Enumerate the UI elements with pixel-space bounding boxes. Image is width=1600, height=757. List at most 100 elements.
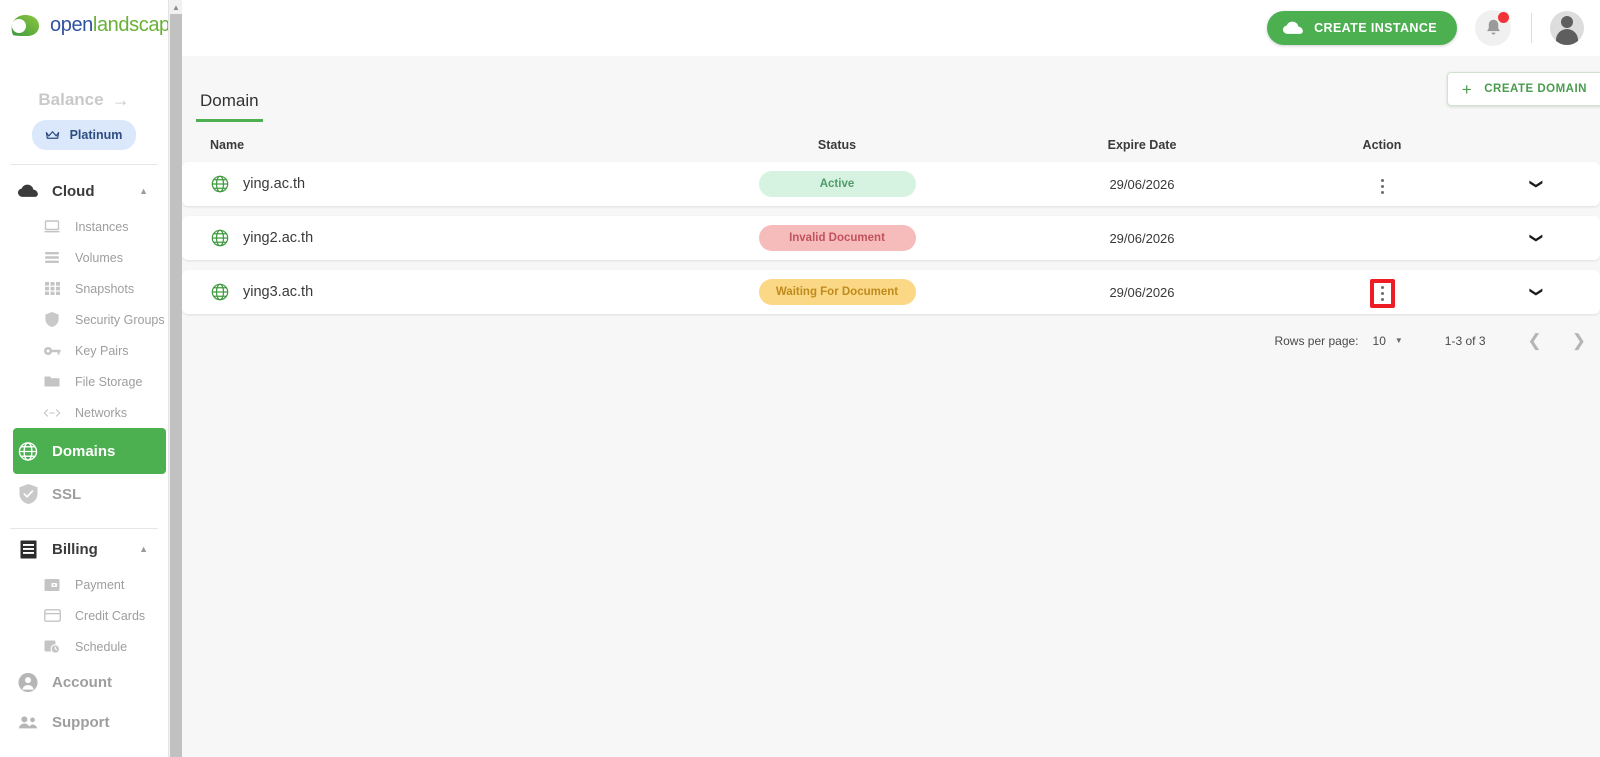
table-row[interactable]: ying.ac.th Active 29/06/2026 ❯ xyxy=(182,162,1600,206)
shield-icon xyxy=(42,310,62,330)
globe-icon xyxy=(210,228,230,248)
rows-per-page-value: 10 xyxy=(1372,333,1386,348)
chevron-up-icon: ▲ xyxy=(139,186,148,196)
cell-action xyxy=(1292,276,1472,308)
avatar[interactable] xyxy=(1550,11,1584,45)
sidebar-item-snapshots-label: Snapshots xyxy=(75,281,135,296)
sidebar-item-security-groups[interactable]: Security Groups xyxy=(0,304,168,335)
sidebar-item-instances[interactable]: Instances xyxy=(0,211,168,242)
table-header-row: Name Status Expire Date Action xyxy=(182,128,1600,162)
sidebar-item-schedule-label: Schedule xyxy=(75,639,128,654)
cloud-icon xyxy=(1283,18,1303,38)
app-window: openlandscape Balance → Platinum xyxy=(0,0,1600,757)
domain-name: ying2.ac.th xyxy=(243,230,314,246)
logo-text-open: open xyxy=(50,14,93,36)
column-header-action: Action xyxy=(1362,138,1402,152)
sidebar-item-support[interactable]: Support xyxy=(0,702,168,742)
kebab-dot xyxy=(1380,292,1384,295)
people-icon xyxy=(18,712,38,732)
sidebar-item-ssl[interactable]: SSL xyxy=(0,474,168,514)
next-page-button[interactable]: ❯ xyxy=(1572,332,1586,349)
page-scrollbar[interactable]: ▲ xyxy=(168,0,182,757)
sidebar-group-billing-label: Billing xyxy=(52,540,98,558)
calendar-clock-icon xyxy=(42,637,62,657)
status-badge: Invalid Document xyxy=(758,225,916,251)
scrollbar-thumb[interactable] xyxy=(170,14,182,757)
topbar: CREATE INSTANCE xyxy=(182,0,1600,56)
sidebar-item-key-pairs[interactable]: Key Pairs xyxy=(0,335,168,366)
sidebar-item-ssl-label: SSL xyxy=(52,485,82,503)
sidebar-group-billing[interactable]: Billing ▲ xyxy=(0,529,168,569)
pagination-range: 1-3 of 3 xyxy=(1444,333,1486,348)
sidebar-item-account[interactable]: Account xyxy=(0,662,168,702)
sidebar-item-payment[interactable]: Payment xyxy=(0,569,168,600)
cell-name: ying2.ac.th xyxy=(182,228,682,248)
prev-page-button[interactable]: ❮ xyxy=(1528,332,1542,349)
notifications-button[interactable] xyxy=(1475,10,1511,46)
sidebar-item-file-storage-label: File Storage xyxy=(75,374,143,389)
cell-status: Invalid Document xyxy=(682,225,992,251)
kebab-dot xyxy=(1380,286,1384,289)
plan-badge[interactable]: Platinum xyxy=(31,120,137,150)
sidebar-item-networks[interactable]: Networks xyxy=(0,397,168,428)
arrow-right-icon: → xyxy=(111,90,130,110)
row-action-menu-button[interactable] xyxy=(1373,173,1392,200)
column-header-expire-date: Expire Date xyxy=(1107,138,1177,152)
sidebar-divider xyxy=(10,164,158,165)
monitor-icon xyxy=(42,217,62,237)
cloud-icon xyxy=(18,181,38,201)
kebab-dot xyxy=(1380,184,1384,188)
wallet-icon xyxy=(42,575,62,595)
sidebar-item-snapshots[interactable]: Snapshots xyxy=(0,273,168,304)
create-instance-button[interactable]: CREATE INSTANCE xyxy=(1267,11,1457,45)
cell-status: Active xyxy=(682,171,992,197)
chevron-up-icon: ▲ xyxy=(139,544,148,554)
sidebar-item-volumes-label: Volumes xyxy=(75,250,123,265)
rows-per-page-label: Rows per page: xyxy=(1274,333,1359,348)
rows-per-page-select[interactable]: 10 ▼ xyxy=(1373,334,1403,348)
sidebar-item-file-storage[interactable]: File Storage xyxy=(0,366,168,397)
kebab-dot xyxy=(1380,298,1384,301)
sidebar-group-cloud[interactable]: Cloud ▲ xyxy=(0,171,168,211)
cell-expire-date: 29/06/2026 xyxy=(1109,230,1175,246)
key-icon xyxy=(42,341,62,361)
sidebar: openlandscape Balance → Platinum xyxy=(0,0,168,757)
tab-domain-label: Domain xyxy=(200,91,259,110)
status-badge: Waiting For Document xyxy=(758,279,916,305)
pagination: Rows per page: 10 ▼ 1-3 of 3 ❮ ❯ xyxy=(182,324,1600,349)
create-instance-label: CREATE INSTANCE xyxy=(1314,21,1437,35)
notification-badge xyxy=(1497,11,1510,24)
tabs-row: Domain + CREATE DOMAIN xyxy=(182,72,1600,122)
tab-domain[interactable]: Domain xyxy=(196,91,263,122)
logo[interactable]: openlandscape xyxy=(0,0,168,56)
table-row[interactable]: ying2.ac.th Invalid Document 29/06/2026 … xyxy=(182,216,1600,260)
avatar-body xyxy=(1556,29,1578,45)
sidebar-item-credit-cards-label: Credit Cards xyxy=(75,608,146,623)
sidebar-item-security-groups-label: Security Groups xyxy=(75,312,165,327)
balance-link[interactable]: Balance → xyxy=(38,90,129,110)
row-action-menu-button[interactable] xyxy=(1369,279,1395,308)
column-header-name: Name xyxy=(210,138,245,152)
kebab-dot xyxy=(1380,190,1384,194)
sidebar-group-cloud-label: Cloud xyxy=(52,182,95,200)
scroll-up-arrow-icon[interactable]: ▲ xyxy=(169,0,183,14)
person-circle-icon xyxy=(18,672,38,692)
topbar-divider xyxy=(1531,13,1532,43)
sidebar-item-schedule[interactable]: Schedule xyxy=(0,631,168,662)
chevron-down-icon[interactable]: ❯ xyxy=(1528,233,1544,244)
chevron-down-icon[interactable]: ❯ xyxy=(1528,179,1544,190)
crown-icon xyxy=(43,125,63,145)
code-brackets-icon xyxy=(42,403,62,423)
sidebar-item-volumes[interactable]: Volumes xyxy=(0,242,168,273)
table-row[interactable]: ying3.ac.th Waiting For Document 29/06/2… xyxy=(182,270,1600,314)
sidebar-item-domains[interactable]: Domains xyxy=(13,428,166,474)
grid-icon xyxy=(42,279,62,299)
create-domain-button[interactable]: + CREATE DOMAIN xyxy=(1446,72,1600,106)
balance-section: Balance → Platinum xyxy=(0,90,168,165)
plus-icon: + xyxy=(1461,79,1473,99)
chevron-down-icon[interactable]: ❯ xyxy=(1528,287,1544,298)
sidebar-item-credit-cards[interactable]: Credit Cards xyxy=(0,600,168,631)
balance-label: Balance xyxy=(38,90,104,109)
shield-check-icon xyxy=(18,484,38,504)
leaf-logo-icon xyxy=(8,12,48,38)
